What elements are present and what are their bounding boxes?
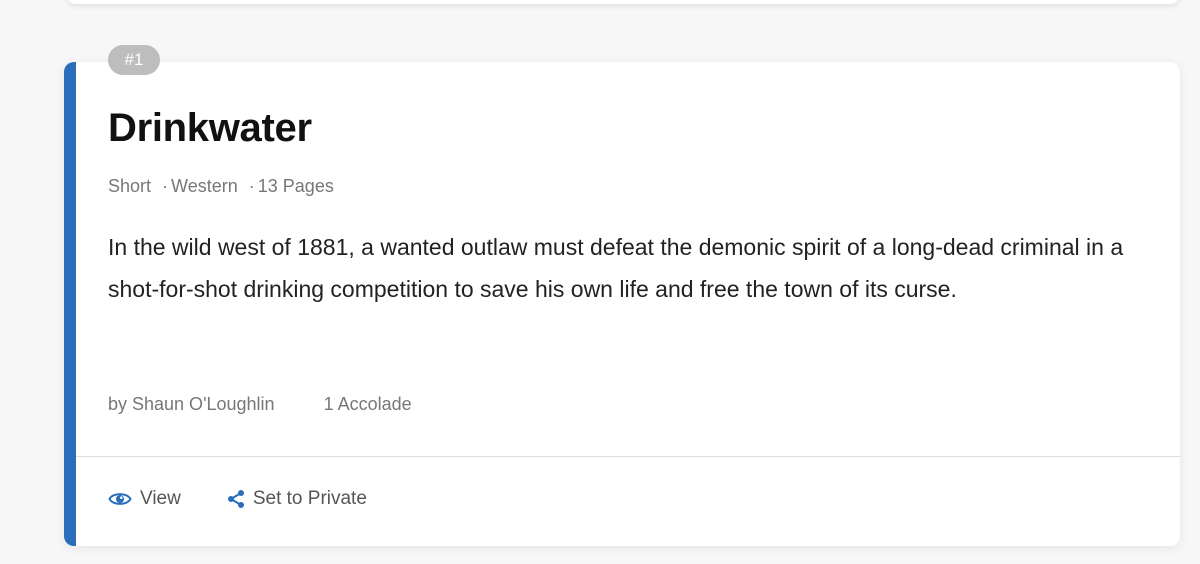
eye-icon [108, 491, 132, 507]
script-card: Drinkwater Short · Western · 13 Pages In t… [64, 62, 1180, 546]
share-icon [227, 489, 245, 509]
logline: In the wild west of 1881, a wanted outla… [108, 234, 1124, 302]
previous-card [66, 0, 1180, 4]
set-private-button[interactable]: Set to Private [227, 488, 367, 510]
card-divider [76, 456, 1180, 457]
script-title[interactable]: Drinkwater [108, 106, 312, 151]
format-label: Short [108, 176, 152, 196]
card-accent-bar [64, 62, 76, 546]
card-actions: View Set to Private [108, 488, 367, 510]
genre-label: Western [171, 176, 238, 196]
rank-badge: #1 [108, 45, 160, 75]
meta-separator: · [162, 176, 169, 196]
view-button[interactable]: View [108, 488, 181, 510]
accolade-count: 1 Accolade [323, 394, 412, 414]
page-count: 13 Pages [257, 176, 334, 196]
script-meta: Short · Western · 13 Pages [108, 176, 334, 197]
card-footer-meta: by Shaun O'Loughlin 1 Accolade [108, 394, 412, 415]
view-label: View [140, 488, 181, 509]
set-private-label: Set to Private [252, 488, 367, 509]
meta-separator: · [248, 176, 255, 196]
author-label: by Shaun O'Loughlin [108, 394, 275, 414]
